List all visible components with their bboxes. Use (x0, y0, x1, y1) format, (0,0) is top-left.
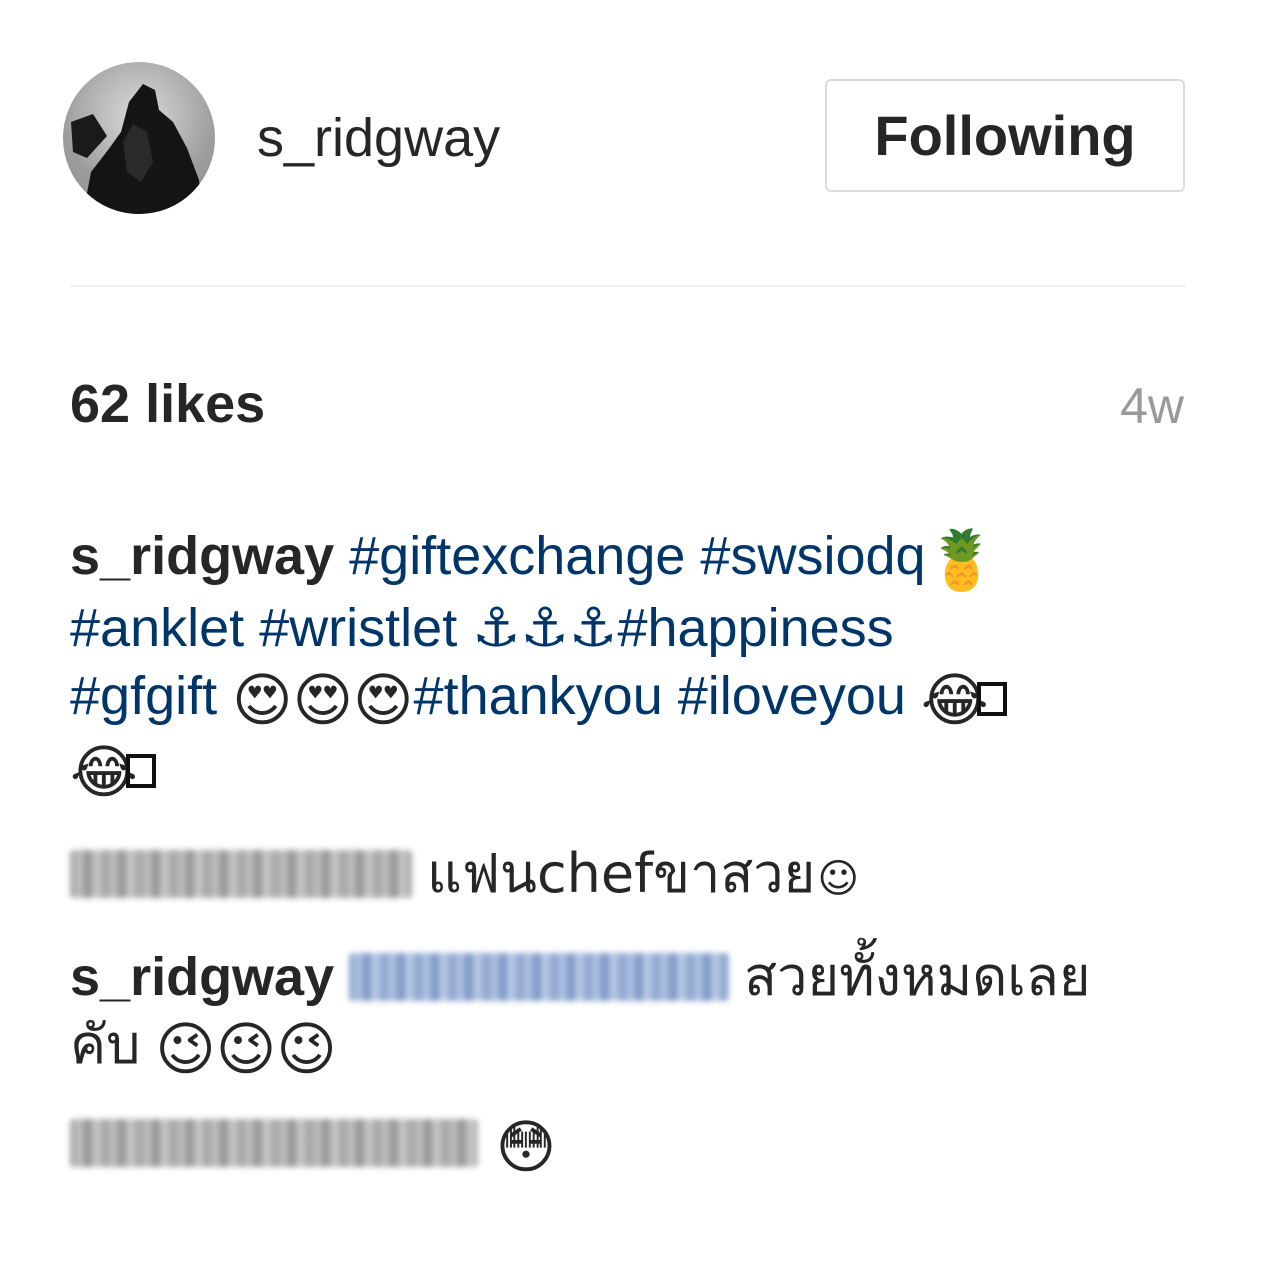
pineapple-emoji-icon: 🍍 (925, 526, 998, 594)
caption-comment: s_ridgway #giftexchange #swsiodq🍍 #ankle… (70, 522, 1190, 806)
caption-username[interactable]: s_ridgway (70, 526, 334, 586)
comment-item: 😳 (70, 1109, 1190, 1181)
flushed-emoji-icon: 😳 (495, 1113, 557, 1181)
avatar-silhouette-icon (71, 84, 203, 214)
comment-username[interactable]: s_ridgway (70, 947, 334, 1007)
header-divider (70, 285, 1186, 287)
blurred-mention[interactable] (349, 953, 730, 1001)
comment-item: แฟนchefขาสวย☺ (70, 840, 1190, 913)
hashtag-happiness[interactable]: #happiness (617, 598, 893, 658)
smiley-emoji-icon: ☺ (817, 856, 860, 902)
missing-glyph-icon (976, 682, 1007, 716)
comment-text: แฟนchefขาสวย (427, 842, 816, 905)
hashtag-gfgift[interactable]: #gfgift (70, 666, 217, 726)
missing-glyph-icon (126, 754, 156, 788)
comment-text-continued: คับ (70, 1013, 141, 1076)
blurred-username[interactable] (70, 850, 412, 898)
hashtag-anklet[interactable]: #anklet (70, 598, 244, 658)
comments-list: s_ridgway #giftexchange #swsiodq🍍 #ankle… (70, 522, 1190, 1181)
post-timestamp[interactable]: 4w (1120, 374, 1184, 438)
hashtag-iloveyou[interactable]: #iloveyou (678, 666, 906, 726)
comment-text: สวยทั้งหมดเลย (744, 945, 1091, 1008)
winking-emoji-icon: 😉😉😉 (155, 1015, 337, 1083)
hashtag-giftexchange[interactable]: #giftexchange (349, 526, 685, 586)
anchor-emoji-icon: ⚓⚓⚓ (472, 596, 618, 659)
post-details-panel: s_ridgway Following 62 likes 4w s_ridgwa… (0, 0, 1280, 1261)
comment-item: s_ridgway สวยทั้งหมดเลย คับ 😉😉😉 (70, 943, 1190, 1083)
heart-eyes-emoji-icon: 😍😍😍 (232, 666, 414, 734)
hashtag-thankyou[interactable]: #thankyou (414, 666, 663, 726)
header-username[interactable]: s_ridgway (257, 106, 500, 170)
profile-avatar[interactable] (63, 62, 215, 214)
following-button[interactable]: Following (825, 79, 1185, 192)
likes-count[interactable]: 62 likes (70, 372, 265, 436)
hashtag-wristlet[interactable]: #wristlet (259, 598, 457, 658)
blurred-username[interactable] (70, 1119, 478, 1167)
hashtag-swsiodq[interactable]: #swsiodq (700, 526, 925, 586)
